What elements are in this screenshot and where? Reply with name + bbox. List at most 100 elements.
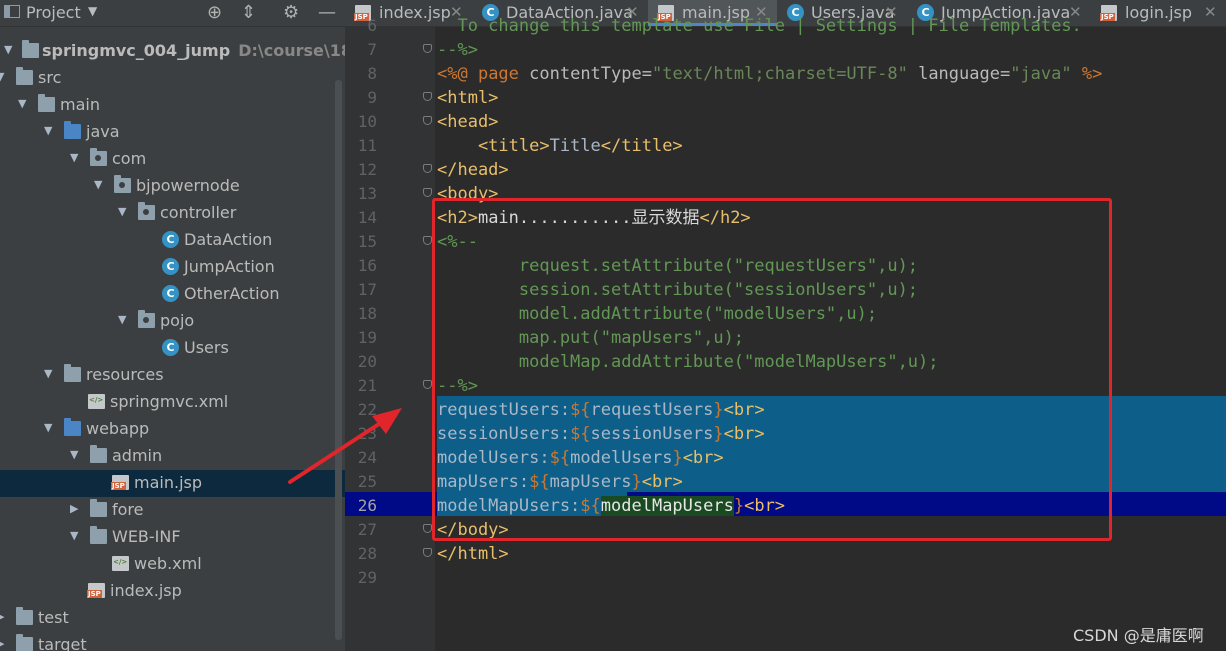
tag: </title> xyxy=(600,136,683,156)
sidebar-scrollbar[interactable] xyxy=(335,80,342,640)
tree-item-bjpowernode[interactable]: ▼ bjpowernode xyxy=(0,173,345,200)
tree-item-label: main.jsp xyxy=(134,473,202,492)
chevron-right-icon[interactable]: ▶ xyxy=(0,610,8,623)
project-window-icon[interactable] xyxy=(4,5,20,18)
tree-item-otheraction[interactable]: C OtherAction xyxy=(0,281,345,308)
tree-item-springmvc-004-jump[interactable]: ▼ springmvc_004_jumpD:\course\18.Sprin xyxy=(0,38,345,65)
chevron-down-icon[interactable]: ▼ xyxy=(118,313,130,326)
tree-item-com[interactable]: ▼ com xyxy=(0,146,345,173)
code-line-28: </html> xyxy=(437,544,509,564)
fold-marker-icon[interactable] xyxy=(423,380,432,389)
tree-item-label: springmvc.xml xyxy=(110,392,229,411)
chevron-down-icon[interactable]: ▼ xyxy=(118,205,130,218)
directive-close: %> xyxy=(1071,64,1103,84)
tree-item-controller[interactable]: ▼ controller xyxy=(0,200,345,227)
line-number: 29 xyxy=(357,568,377,587)
module-folder-icon xyxy=(22,40,39,58)
fold-marker-icon[interactable] xyxy=(423,44,432,53)
chevron-down-icon[interactable]: ▼ xyxy=(44,124,56,137)
tree-item-main-jsp[interactable]: main.jsp xyxy=(0,470,345,497)
line-number: 26 xyxy=(357,496,377,515)
line-number: 16 xyxy=(357,256,377,275)
tree-item-users[interactable]: C Users xyxy=(0,335,345,362)
line-number: 19 xyxy=(357,328,377,347)
locate-target-icon[interactable]: ⊕ xyxy=(207,2,222,23)
fold-marker-icon[interactable] xyxy=(423,92,432,101)
chevron-down-icon[interactable]: ▼ xyxy=(94,178,106,191)
tree-item-web-inf[interactable]: ▼ WEB-INF xyxy=(0,524,345,551)
tree-item-test[interactable]: ▶ test xyxy=(0,605,345,632)
directive-name: page xyxy=(477,64,530,84)
tree-item-label: bjpowernode xyxy=(136,176,240,195)
tree-item-target[interactable]: ▶ target xyxy=(0,632,345,651)
chevron-down-icon[interactable]: ▼ xyxy=(70,151,82,164)
tree-item-main[interactable]: ▼ main xyxy=(0,92,345,119)
chevron-down-icon[interactable]: ▼ xyxy=(18,97,30,110)
line-number: 21 xyxy=(357,376,377,395)
project-title[interactable]: Project xyxy=(26,3,81,22)
tree-item-label: src xyxy=(38,68,62,87)
package-icon xyxy=(138,202,155,220)
code-line-8: <%@ page contentType="text/html;charset=… xyxy=(437,62,1102,86)
chevron-down-icon[interactable]: ▼ xyxy=(4,43,16,56)
chevron-right-icon[interactable]: ▶ xyxy=(70,502,82,515)
tree-item-dataaction[interactable]: C DataAction xyxy=(0,227,345,254)
tab-login-jsp[interactable]: login.jsp ✕ xyxy=(1091,0,1226,26)
hide-panel-icon[interactable]: — xyxy=(318,2,336,23)
tree-item-label: index.jsp xyxy=(110,581,182,600)
tree-item-index-jsp[interactable]: index.jsp xyxy=(0,578,345,605)
folder-icon xyxy=(90,499,107,517)
line-number: 9 xyxy=(367,88,377,107)
fold-marker-icon[interactable] xyxy=(423,116,432,125)
tree-item-src[interactable]: ▼ src xyxy=(0,65,345,92)
tree-item-pojo[interactable]: ▼ pojo xyxy=(0,308,345,335)
chevron-down-icon[interactable]: ▼ xyxy=(0,70,8,83)
tree-item-resources[interactable]: ▼ resources xyxy=(0,362,345,389)
tree-item-label: java xyxy=(86,122,120,141)
line-number: 22 xyxy=(357,400,377,419)
fold-marker-icon[interactable] xyxy=(423,188,432,197)
line-number: 14 xyxy=(357,208,377,227)
code-line-9: <html> xyxy=(437,88,499,108)
code-line-6: To change this template use File | Setti… xyxy=(437,16,1082,36)
tree-item-label: DataAction xyxy=(184,230,273,249)
chevron-down-icon[interactable]: ▼ xyxy=(70,529,82,542)
tree-item-webapp[interactable]: ▼ webapp xyxy=(0,416,345,443)
tree-item-java[interactable]: ▼ java xyxy=(0,119,345,146)
line-number: 27 xyxy=(357,520,377,539)
tree-item-jumpaction[interactable]: C JumpAction xyxy=(0,254,345,281)
tree-item-admin[interactable]: ▼ admin xyxy=(0,443,345,470)
line-number: 15 xyxy=(357,232,377,251)
project-sidebar: Project ▼ ⊕ ⇕ ⚙ — ▼ springmvc_004_jump D:\… xyxy=(0,0,345,651)
folder-icon xyxy=(90,526,107,544)
tree-item-label: controller xyxy=(160,203,237,222)
tree-item-label: com xyxy=(112,149,147,168)
close-icon[interactable]: ✕ xyxy=(1204,3,1217,21)
tree-item-fore[interactable]: ▶ fore xyxy=(0,497,345,524)
fold-marker-icon[interactable] xyxy=(423,236,432,245)
tree-item-springmvc-xml[interactable]: springmvc.xml xyxy=(0,389,345,416)
chevron-down-icon[interactable]: ▼ xyxy=(44,367,56,380)
tree-item-web-xml[interactable]: web.xml xyxy=(0,551,345,578)
tree-item-label: main xyxy=(60,95,100,114)
chevron-down-icon[interactable]: ▼ xyxy=(88,4,97,18)
line-number: 13 xyxy=(357,184,377,203)
tag: <title> xyxy=(437,136,550,156)
fold-marker-icon[interactable] xyxy=(423,524,432,533)
line-number: 17 xyxy=(357,280,377,299)
line-number: 12 xyxy=(357,160,377,179)
folder-icon xyxy=(16,67,33,85)
chevron-down-icon[interactable]: ▼ xyxy=(44,421,56,434)
tree-item-label: OtherAction xyxy=(184,284,280,303)
fold-marker-icon[interactable] xyxy=(423,548,432,557)
tree-item-label: pojo xyxy=(160,311,195,330)
chevron-right-icon[interactable]: ▶ xyxy=(0,637,8,650)
line-number: 25 xyxy=(357,472,377,491)
collapse-all-icon[interactable]: ⇕ xyxy=(241,2,256,23)
line-number: 11 xyxy=(357,136,377,155)
fold-marker-icon[interactable] xyxy=(423,164,432,173)
gear-icon[interactable]: ⚙ xyxy=(283,2,299,23)
tree-item-label: JumpAction xyxy=(184,257,275,276)
chevron-down-icon[interactable]: ▼ xyxy=(70,448,82,461)
tree-item-label: WEB-INF xyxy=(112,527,181,546)
